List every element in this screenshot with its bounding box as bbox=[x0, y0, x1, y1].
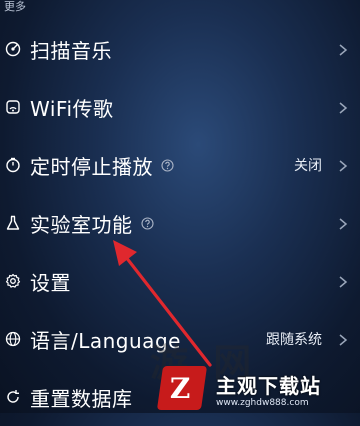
chevron-right-icon bbox=[338, 274, 348, 288]
menu-item-lab-features[interactable]: 实验室功能 bbox=[0, 194, 360, 252]
menu-item-label: 设置 bbox=[30, 270, 71, 295]
watermark: 游 网 Z 主观下载站 www.zghdw888.com bbox=[150, 332, 360, 413]
timer-status-value: 关闭 bbox=[294, 158, 322, 174]
settings-gear-icon bbox=[5, 273, 21, 289]
chevron-right-icon bbox=[338, 158, 348, 172]
globe-icon bbox=[5, 331, 21, 347]
chevron-right-icon bbox=[338, 42, 348, 56]
chevron-right-icon bbox=[338, 100, 348, 114]
lab-flask-icon bbox=[5, 215, 21, 231]
help-icon[interactable] bbox=[140, 216, 154, 230]
watermark-title: 主观下载站 bbox=[216, 374, 321, 398]
menu-item-label: 扫描音乐 bbox=[30, 38, 112, 63]
menu-item-label: 定时停止播放 bbox=[30, 154, 153, 179]
wifi-transfer-icon bbox=[5, 99, 21, 115]
menu-item-label: 实验室功能 bbox=[30, 212, 133, 237]
timer-icon bbox=[5, 157, 21, 173]
menu-item-sleep-timer[interactable]: 定时停止播放 关闭 bbox=[0, 136, 360, 194]
scan-music-icon bbox=[5, 41, 21, 57]
reset-icon bbox=[5, 389, 21, 405]
menu-item-wifi-transfer[interactable]: WiFi传歌 bbox=[0, 78, 360, 136]
chevron-right-icon bbox=[338, 216, 348, 230]
section-header: 更多 bbox=[4, 0, 26, 13]
menu-item-settings[interactable]: 设置 bbox=[0, 252, 360, 310]
menu-item-scan-music[interactable]: 扫描音乐 bbox=[0, 20, 360, 78]
help-icon[interactable] bbox=[161, 158, 174, 172]
watermark-url: www.zghdw888.com bbox=[216, 398, 309, 408]
menu-item-label: WiFi传歌 bbox=[30, 96, 114, 121]
watermark-logo: Z bbox=[156, 366, 208, 410]
menu-item-label: 重置数据库 bbox=[30, 386, 133, 411]
